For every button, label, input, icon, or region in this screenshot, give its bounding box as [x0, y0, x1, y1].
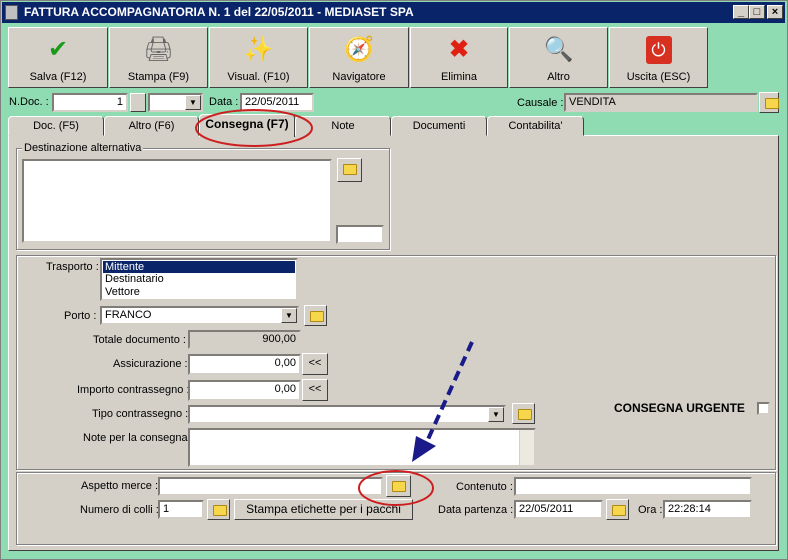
data-input[interactable]: 22/05/2011 [240, 93, 314, 112]
visual-button[interactable]: ✨ Visual. (F10) [209, 27, 308, 88]
compass-icon: 🧭 [344, 36, 374, 63]
uscita-button[interactable]: ⏻ Uscita (ESC) [609, 27, 708, 88]
colli-folder-button[interactable] [207, 499, 230, 520]
totale-input: 900,00 [188, 330, 301, 349]
printer-icon: 🖨 [143, 36, 174, 63]
stampa-button[interactable]: 🖨 Stampa (F9) [109, 27, 208, 88]
causale-folder-button[interactable] [759, 92, 779, 113]
assicurazione-copy-button[interactable]: << [302, 353, 328, 375]
trasporto-option[interactable]: Destinatario [103, 273, 295, 286]
note-consegna-label: Note per la consegna [83, 432, 188, 444]
elimina-button[interactable]: ✖ Elimina [410, 27, 508, 88]
contenuto-label: Contenuto : [456, 481, 513, 493]
altro-button[interactable]: 🔍 Altro [509, 27, 608, 88]
search-book-icon: 🔍 [543, 36, 574, 63]
data-partenza-label: Data partenza : [438, 504, 514, 516]
porto-value: FRANCO [105, 309, 152, 321]
ora-label: Ora : [638, 504, 663, 516]
destinazione-textarea[interactable] [22, 159, 332, 243]
magic-wand-icon: ✨ [243, 36, 274, 63]
tab-doc[interactable]: Doc. (F5) [8, 116, 104, 136]
title-bar: FATTURA ACCOMPAGNATORIA N. 1 del 22/05/2… [2, 2, 785, 23]
stampa-etichette-button[interactable]: Stampa etichette per i pacchi [234, 499, 413, 520]
consegna-urgente-checkbox[interactable] [757, 402, 770, 415]
aspetto-label: Aspetto merce : [81, 480, 159, 492]
porto-label: Porto : [64, 310, 97, 322]
label: Altro [547, 71, 570, 83]
trasporto-option[interactable]: Mittente [103, 261, 295, 273]
minimize-button[interactable]: _ [733, 5, 749, 19]
contrassegno-copy-button[interactable]: << [302, 379, 328, 401]
label: Salva (F12) [29, 71, 87, 83]
chevron-down-icon[interactable]: ▼ [185, 95, 201, 110]
window-title: FATTURA ACCOMPAGNATORIA N. 1 del 22/05/2… [24, 5, 414, 19]
contenuto-input[interactable] [514, 477, 752, 496]
note-consegna-textarea[interactable] [188, 428, 536, 467]
causale-label: Causale : [517, 97, 564, 109]
tab-documenti[interactable]: Documenti [391, 116, 487, 136]
colli-input[interactable]: 1 [158, 500, 204, 519]
tab-consegna[interactable]: Consegna (F7) [199, 114, 295, 137]
power-icon: ⏻ [645, 36, 672, 64]
tab-note[interactable]: Note [295, 116, 391, 136]
consegna-urgente-label: CONSEGNA URGENTE [614, 401, 745, 415]
trasporto-label: Trasporto : [46, 261, 99, 273]
chevron-down-icon[interactable]: ▼ [281, 308, 297, 323]
contrassegno-input[interactable]: 0,00 [188, 380, 301, 401]
ndoc-input[interactable]: 1 [52, 93, 128, 112]
colli-label: Numero di colli : [80, 504, 159, 516]
causale-input[interactable]: VENDITA [564, 93, 758, 112]
close-button[interactable]: × [767, 5, 783, 19]
navigatore-button[interactable]: 🧭 Navigatore [309, 27, 409, 88]
totale-label: Totale documento : [93, 334, 186, 346]
label: Visual. (F10) [227, 71, 290, 83]
destinazione-folder-button[interactable] [337, 158, 362, 182]
tipo-contrassegno-select[interactable]: ▼ [188, 405, 506, 424]
contrassegno-label: Importo contrassegno : [77, 384, 190, 396]
ora-input[interactable]: 22:28:14 [663, 500, 752, 519]
assicurazione-input[interactable]: 0,00 [188, 354, 301, 375]
label: Elimina [440, 71, 478, 83]
ndoc-button[interactable] [130, 93, 146, 112]
checkmark-icon: ✔ [47, 36, 69, 63]
scrollbar[interactable] [519, 430, 534, 465]
aspetto-folder-button[interactable] [386, 475, 411, 497]
data-partenza-input[interactable]: 22/05/2011 [514, 500, 603, 519]
ndoc-label: N.Doc. : [9, 96, 49, 108]
maximize-button[interactable]: □ [749, 5, 765, 19]
trasporto-option[interactable]: Vettore [103, 286, 295, 299]
trasporto-listbox[interactable]: Mittente Destinatario Vettore [100, 258, 298, 301]
data-partenza-folder-button[interactable] [606, 499, 629, 520]
data-label: Data : [209, 96, 239, 108]
app-icon [5, 5, 18, 20]
series-select[interactable]: ▼ [148, 93, 203, 112]
tab-altro[interactable]: Altro (F6) [104, 116, 199, 136]
destinazione-label: Destinazione alternativa [22, 142, 144, 154]
assicurazione-label: Assicurazione : [113, 358, 188, 370]
salva-button[interactable]: ✔ Salva (F12) [8, 27, 108, 88]
tab-contabilita[interactable]: Contabilita' [487, 116, 584, 136]
destinazione-code-input[interactable] [336, 225, 384, 244]
chevron-down-icon[interactable]: ▼ [488, 407, 504, 422]
label: Uscita (ESC) [626, 71, 691, 83]
label: Stampa (F9) [127, 71, 190, 83]
porto-folder-button[interactable] [304, 305, 327, 326]
porto-select[interactable]: FRANCO ▼ [100, 306, 299, 325]
aspetto-input[interactable] [158, 477, 383, 496]
tipo-contrassegno-label: Tipo contrassegno : [92, 408, 189, 420]
delete-x-icon: ✖ [448, 36, 470, 63]
label: Navigatore [332, 71, 386, 83]
tipo-contrassegno-folder-button[interactable] [512, 403, 535, 424]
